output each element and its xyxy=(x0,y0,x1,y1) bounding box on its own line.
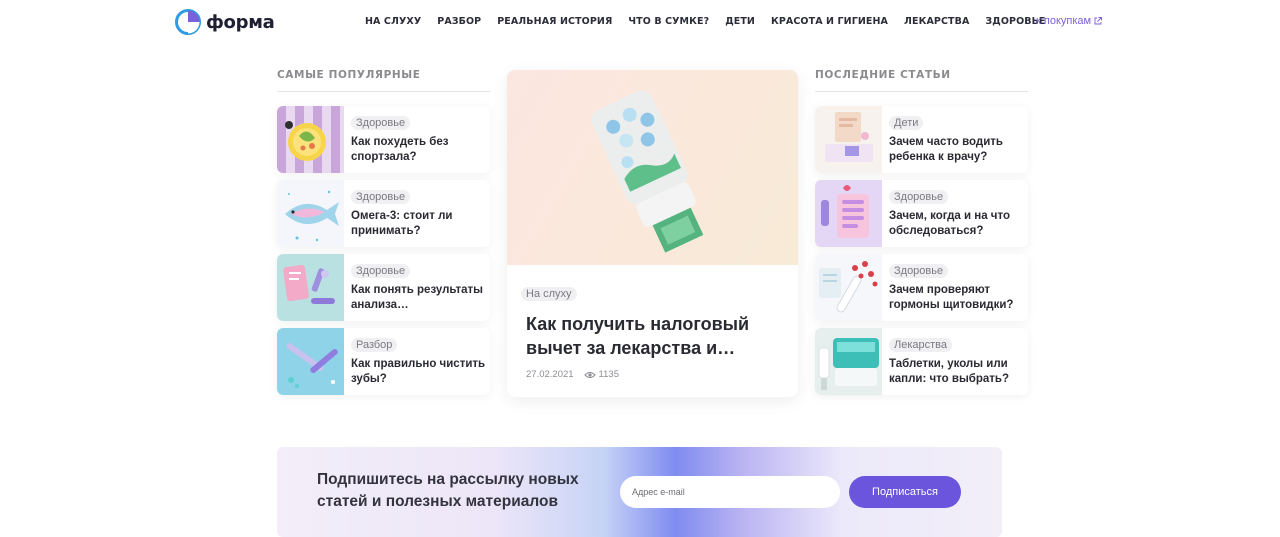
category-tag[interactable]: Здоровье xyxy=(351,190,411,204)
latest-card[interactable]: Здоровье Зачем, когда и на что обследова… xyxy=(815,180,1028,247)
featured-title[interactable]: Как получить налоговый вычет за лекарств… xyxy=(526,312,786,360)
card-title[interactable]: Омега-3: стоит ли принимать? xyxy=(351,209,487,239)
newsletter-banner: Подпишитесь на рассылку новых статей и п… xyxy=(277,447,1002,537)
featured-article[interactable]: На слуху Как получить налоговый вычет за… xyxy=(507,70,798,397)
popular-card[interactable]: Здоровье Как похудеть без спортзала? xyxy=(277,106,490,173)
category-tag[interactable]: Лекарства xyxy=(889,338,953,352)
nav-item-medicines[interactable]: ЛЕКАРСТВА xyxy=(904,16,969,27)
card-title[interactable]: Зачем, когда и на что обследоваться? xyxy=(889,209,1025,239)
nav-item-kids[interactable]: ДЕТИ xyxy=(725,16,755,27)
email-input[interactable] xyxy=(620,476,840,508)
logo[interactable]: форма xyxy=(174,7,275,37)
latest-section-title: ПОСЛЕДНИЕ СТАТЬИ xyxy=(815,69,951,81)
shop-link-label: к покупкам xyxy=(1036,15,1092,27)
popular-card[interactable]: Здоровье Омега-3: стоит ли принимать? xyxy=(277,180,490,247)
category-tag[interactable]: Здоровье xyxy=(889,190,949,204)
latest-card[interactable]: Лекарства Таблетки, уколы или капли: что… xyxy=(815,328,1028,395)
nav-item-na-sluhu[interactable]: НА СЛУХУ xyxy=(365,16,421,27)
latest-card[interactable]: Дети Зачем часто водить ребенка к врачу? xyxy=(815,106,1028,173)
card-title[interactable]: Как понять результаты анализа… xyxy=(351,283,487,313)
pill-bottle-with-money-icon xyxy=(507,70,798,265)
card-title[interactable]: Зачем проверяют гормоны щитовидки? xyxy=(889,283,1025,313)
microscope-icon xyxy=(277,254,344,321)
card-title[interactable]: Таблетки, уколы или капли: что выбрать? xyxy=(889,357,1025,387)
newsletter-text: Подпишитесь на рассылку новых статей и п… xyxy=(317,471,579,510)
shop-link[interactable]: к покупкам xyxy=(1036,15,1103,27)
checklist-icon xyxy=(815,180,882,247)
latest-card[interactable]: Здоровье Зачем проверяют гормоны щитовид… xyxy=(815,254,1028,321)
main-nav: НА СЛУХУ РАЗБОР РЕАЛЬНАЯ ИСТОРИЯ ЧТО В С… xyxy=(365,16,1062,27)
category-tag[interactable]: Здоровье xyxy=(889,264,949,278)
nav-item-real-story[interactable]: РЕАЛЬНАЯ ИСТОРИЯ xyxy=(497,16,612,27)
logo-icon xyxy=(175,9,201,35)
toothbrush-icon xyxy=(277,328,344,395)
eye-icon xyxy=(583,371,596,378)
logo-text: форма xyxy=(206,11,275,33)
external-link-icon xyxy=(1094,17,1103,25)
latest-divider xyxy=(815,91,1028,92)
nav-item-what-in-bag[interactable]: ЧТО В СУМКЕ? xyxy=(628,16,709,27)
fish-icon xyxy=(277,180,344,247)
subscribe-button[interactable]: Подписаться xyxy=(849,476,961,508)
popular-divider xyxy=(277,91,490,92)
test-tubes-icon xyxy=(815,254,882,321)
featured-category-tag[interactable]: На слуху xyxy=(521,287,577,301)
card-title[interactable]: Зачем часто водить ребенка к врачу? xyxy=(889,135,1025,165)
popular-card[interactable]: Разбор Как правильно чистить зубы? xyxy=(277,328,490,395)
category-tag[interactable]: Здоровье xyxy=(351,116,411,130)
nav-item-beauty[interactable]: КРАСОТА И ГИГИЕНА xyxy=(771,16,888,27)
nav-item-razbor[interactable]: РАЗБОР xyxy=(437,16,481,27)
card-title[interactable]: Как похудеть без спортзала? xyxy=(351,135,487,165)
category-tag[interactable]: Дети xyxy=(889,116,924,130)
category-tag[interactable]: Здоровье xyxy=(351,264,411,278)
child-doctor-icon xyxy=(815,106,882,173)
views-counter: 1135 xyxy=(583,369,619,380)
featured-date: 27.02.2021 xyxy=(526,369,574,380)
salad-plate-icon xyxy=(277,106,344,173)
card-title[interactable]: Как правильно чистить зубы? xyxy=(351,357,487,387)
featured-meta: 27.02.2021 1135 xyxy=(526,369,619,380)
category-tag[interactable]: Разбор xyxy=(351,338,398,352)
popular-card[interactable]: Здоровье Как понять результаты анализа… xyxy=(277,254,490,321)
first-aid-kit-icon xyxy=(815,328,882,395)
views-count: 1135 xyxy=(598,369,619,380)
site-header: форма НА СЛУХУ РАЗБОР РЕАЛЬНАЯ ИСТОРИЯ Ч… xyxy=(0,0,1280,44)
popular-section-title: САМЫЕ ПОПУЛЯРНЫЕ xyxy=(277,69,421,81)
